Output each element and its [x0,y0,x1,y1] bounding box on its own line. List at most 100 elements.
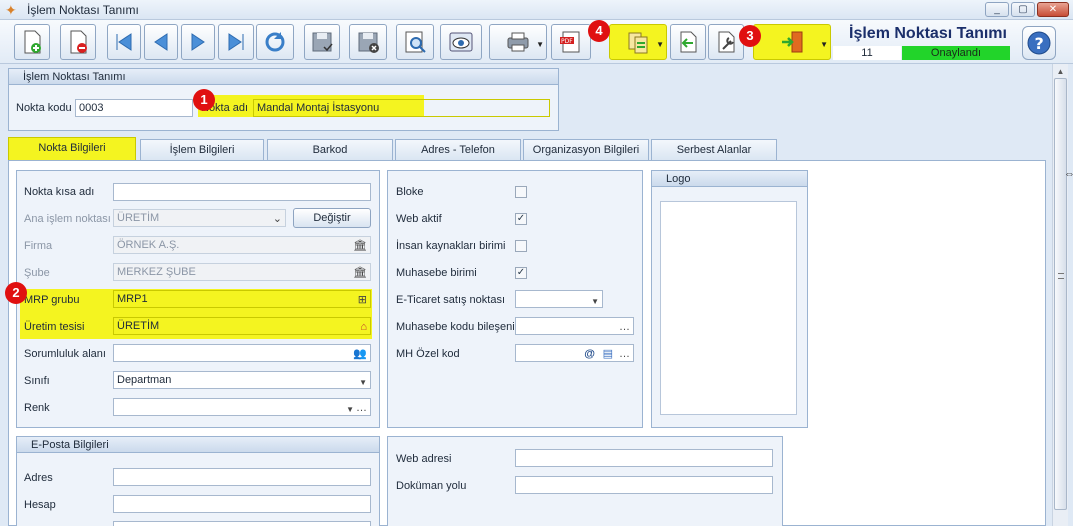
resize-cursor-icon: ⇔ [1064,168,1073,180]
preview-button[interactable] [396,24,434,60]
save-close-icon [358,32,379,53]
view-icon [449,32,473,52]
first-record-icon [116,33,132,51]
minimize-button[interactable]: _ [985,2,1009,17]
point-code-input[interactable]: 0003 [75,99,193,117]
first-record-button[interactable] [107,24,141,60]
users-icon[interactable]: 👥 [353,346,367,361]
email-account-input[interactable] [113,495,371,513]
export-list-icon [628,32,648,54]
vertical-scrollbar[interactable]: ▲ [1052,64,1068,526]
ellipsis-icon[interactable]: … [356,400,367,415]
chevron-down-icon[interactable]: ▼ [591,294,599,307]
previous-record-button[interactable] [144,24,178,60]
facility-input[interactable]: ÜRETİM ⌂ [113,317,371,335]
refresh-button[interactable] [256,24,294,60]
tree-icon[interactable]: ⊞ [358,292,367,307]
grip-icon [1058,273,1064,279]
color-dropdown-icon[interactable]: ▼ [346,402,354,415]
callout-badge-3: 3 [739,25,761,47]
email-extra-input[interactable] [113,521,371,526]
pdf-button[interactable]: PDF [551,24,591,60]
print-icon [507,32,529,52]
at-icon[interactable]: @ [584,346,595,361]
status-badge: Onaylandı [902,46,1010,60]
hr-unit-checkbox[interactable] [515,240,527,252]
ecommerce-select[interactable]: ▼ [515,290,603,308]
responsibility-input[interactable]: 👥 [113,344,371,362]
save-icon [312,32,333,52]
save-close-button[interactable] [349,24,387,60]
export-list-button[interactable]: ▼ [609,24,667,60]
accounting-code-label: Muhasebe kodu bileşeni [396,321,515,333]
tools-button[interactable] [708,24,744,60]
delete-document-icon [70,30,87,54]
ellipsis-icon[interactable]: … [619,346,630,361]
tab-organization-info[interactable]: Organizasyon Bilgileri [523,139,649,161]
new-record-button[interactable] [14,24,50,60]
delete-record-button[interactable] [60,24,96,60]
class-select[interactable]: Departman ▼ [113,371,371,389]
accounting-unit-label: Muhasebe birimi [396,267,477,279]
change-button[interactable]: Değiştir [293,208,371,228]
card-icon[interactable]: ▤ [603,346,613,361]
web-active-checkbox[interactable]: ✓ [515,213,527,225]
doc-path-input[interactable] [515,476,773,494]
last-record-button[interactable] [218,24,254,60]
page-title: İşlem Noktası Tanımı [849,25,1007,42]
exit-button[interactable]: ▼ [753,24,831,60]
class-label: Sınıfı [24,375,50,387]
record-number: 11 [833,46,901,60]
ellipsis-icon[interactable]: … [619,319,630,334]
main-point-value: ÜRETİM [117,212,160,224]
print-button[interactable]: ▼ [489,24,547,60]
last-record-icon [228,33,244,51]
factory-icon[interactable]: ⌂ [360,319,367,334]
view-button[interactable] [440,24,482,60]
chevron-down-icon[interactable]: ▼ [359,375,367,388]
mrp-group-input[interactable]: MRP1 ⊞ [113,290,371,308]
back-button[interactable] [670,24,706,60]
next-record-button[interactable] [181,24,215,60]
help-icon: ? [1027,31,1051,55]
maximize-button[interactable]: ▢ [1011,2,1035,17]
callout-badge-1: 1 [193,89,215,111]
color-picker[interactable]: ▼ … [113,398,371,416]
facility-label: Üretim tesisi [24,321,85,333]
tab-barcode[interactable]: Barkod [267,139,393,161]
tab-point-info[interactable]: Nokta Bilgileri [8,137,136,161]
facility-value: ÜRETİM [117,320,160,332]
previous-record-icon [154,33,168,51]
accounting-unit-checkbox[interactable]: ✓ [515,267,527,279]
scroll-thumb[interactable] [1054,78,1067,510]
short-name-input[interactable] [113,183,371,201]
chevron-down-icon[interactable]: ▼ [656,40,664,49]
email-address-input[interactable] [113,468,371,486]
block-checkbox[interactable] [515,186,527,198]
group-header: İşlem Noktası Tanımı [9,69,558,85]
web-active-label: Web aktif [396,213,442,225]
close-button[interactable]: ✕ [1037,2,1069,17]
email-address-label: Adres [24,472,53,484]
hr-unit-label: İnsan kaynakları birimi [396,240,506,252]
point-name-input[interactable]: Mandal Montaj İstasyonu [253,99,550,117]
logo-image-area[interactable] [660,201,797,415]
tab-process-info[interactable]: İşlem Bilgileri [140,139,264,161]
chevron-down-icon[interactable]: ▼ [820,40,828,49]
tab-address-phone[interactable]: Adres - Telefon [395,139,521,161]
accounting-code-input[interactable]: … [515,317,634,335]
tab-free-fields[interactable]: Serbest Alanlar [651,139,777,161]
mrp-group-label: MRP grubu [24,294,80,306]
save-button[interactable] [304,24,340,60]
mh-code-input[interactable]: @ ▤ … [515,344,634,362]
help-button[interactable]: ? [1022,26,1056,60]
web-address-input[interactable] [515,449,773,467]
mrp-group-value: MRP1 [117,293,148,305]
block-label: Bloke [396,186,424,198]
web-address-label: Web adresi [396,453,452,465]
point-code-label: Nokta kodu [16,102,72,114]
chevron-down-icon[interactable]: ▼ [536,40,544,49]
tools-icon [718,31,735,53]
logo-header: Logo [652,171,807,187]
back-arrow-icon [680,31,697,53]
